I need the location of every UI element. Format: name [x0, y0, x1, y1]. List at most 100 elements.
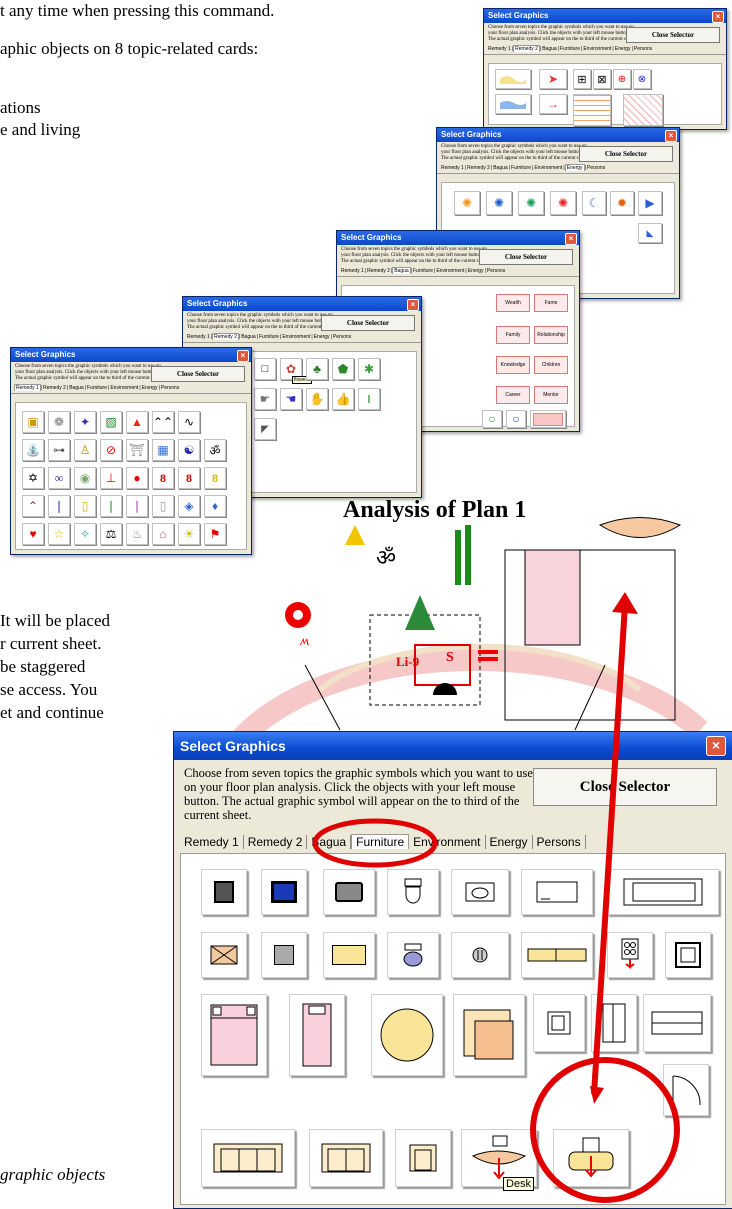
- tab-furniture[interactable]: Furniture: [351, 834, 410, 849]
- pink-rect-icon[interactable]: [530, 410, 566, 428]
- zigzag-icon[interactable]: ⌃⌃: [152, 411, 174, 433]
- grid-pattern-icon[interactable]: [573, 94, 611, 126]
- target-icon[interactable]: ⊗: [633, 69, 651, 89]
- loveseat-icon[interactable]: [309, 1129, 383, 1187]
- bagua-family[interactable]: Family: [496, 326, 530, 344]
- bagua-children[interactable]: Children: [534, 356, 568, 374]
- sofa-icon[interactable]: [201, 1129, 295, 1187]
- bagua-relationship[interactable]: Relationship: [534, 326, 568, 344]
- plant-icon[interactable]: ♣: [306, 358, 328, 380]
- tab-persons[interactable]: Persons: [532, 835, 586, 849]
- counter-yellow-icon[interactable]: [521, 932, 593, 978]
- close-selector-button[interactable]: Close Selector: [533, 768, 717, 806]
- close-icon[interactable]: ×: [706, 736, 726, 756]
- tab-environment[interactable]: Environment: [582, 46, 612, 52]
- tab-furniture[interactable]: Furniture: [86, 385, 108, 391]
- stove-icon[interactable]: [451, 932, 509, 978]
- no-sign-icon[interactable]: ⊘: [100, 439, 122, 461]
- tab-remedy1[interactable]: Remedy 1: [180, 835, 244, 849]
- tv-icon[interactable]: [323, 869, 375, 915]
- tab-bagua[interactable]: Bagua: [492, 165, 508, 171]
- compass-icon[interactable]: ✧: [74, 523, 96, 545]
- yinyang-icon[interactable]: ☯: [178, 439, 200, 461]
- tab-furniture[interactable]: Furniture: [559, 46, 581, 52]
- roof-icon[interactable]: ⌃: [22, 495, 44, 517]
- tab-remedy2[interactable]: Remedy 2: [366, 268, 391, 274]
- infinity-icon[interactable]: ∞: [48, 467, 70, 489]
- computer-icon[interactable]: [261, 869, 307, 915]
- armchair-icon[interactable]: [453, 994, 525, 1076]
- tab-furniture[interactable]: Furniture: [412, 268, 434, 274]
- bar-purple-icon[interactable]: ❘: [126, 495, 148, 517]
- crystal-icon[interactable]: ◈: [178, 495, 200, 517]
- fountain-icon[interactable]: ⛲: [22, 439, 44, 461]
- eight-red-icon[interactable]: 8: [152, 467, 174, 489]
- bagua-wealth[interactable]: Wealth: [496, 294, 530, 312]
- bar-gray-icon[interactable]: ▯: [152, 495, 174, 517]
- thumb-icon[interactable]: 👍: [332, 388, 354, 410]
- dragon-orange-icon[interactable]: ✺: [454, 191, 480, 215]
- windchime-icon[interactable]: ❁: [48, 411, 70, 433]
- bar-blue-icon[interactable]: ❘: [48, 495, 70, 517]
- close-selector-button[interactable]: Close Selector: [579, 146, 673, 162]
- door-frame-icon[interactable]: [591, 994, 637, 1052]
- tab-remedy2[interactable]: Remedy 2: [513, 45, 540, 52]
- tab-persons[interactable]: Persons: [633, 46, 653, 52]
- om-small-icon[interactable]: ॐ: [204, 439, 226, 461]
- tab-bagua[interactable]: Bagua: [68, 385, 84, 391]
- tab-persons[interactable]: Persons: [486, 268, 506, 274]
- close-icon[interactable]: ×: [237, 350, 249, 362]
- tab-environment[interactable]: Environment: [109, 385, 139, 391]
- red-arrow-icon[interactable]: →: [539, 94, 567, 114]
- cabinet-icon[interactable]: [533, 994, 585, 1052]
- tab-energy[interactable]: Energy: [467, 268, 485, 274]
- single-bed-icon[interactable]: [289, 994, 345, 1076]
- tab-furniture[interactable]: Furniture: [510, 165, 532, 171]
- box-x-icon[interactable]: ⊠: [593, 69, 611, 89]
- tab-environment[interactable]: Environment: [281, 334, 311, 340]
- tab-remedy1[interactable]: Remedy 1: [14, 384, 41, 391]
- tab-remedy1[interactable]: Remedy 1: [487, 46, 512, 52]
- tab-bagua[interactable]: Bagua: [541, 46, 557, 52]
- tab-energy[interactable]: Energy: [141, 385, 159, 391]
- tab-remedy2[interactable]: Remedy 2: [212, 333, 239, 340]
- pin-icon[interactable]: ⊥: [100, 467, 122, 489]
- tab-persons[interactable]: Persons: [160, 385, 180, 391]
- washer-icon[interactable]: [387, 932, 439, 978]
- tab-persons[interactable]: Persons: [332, 334, 352, 340]
- eight-yellow-icon[interactable]: 8: [204, 467, 226, 489]
- heart-icon[interactable]: ♥: [22, 523, 44, 545]
- tab-persons[interactable]: Persons: [586, 165, 606, 171]
- tab-environment[interactable]: Environment: [409, 835, 486, 849]
- tree-structure-icon[interactable]: ⊶: [48, 439, 70, 461]
- leaf-icon[interactable]: ✱: [358, 358, 380, 380]
- picture-icon[interactable]: ▦: [152, 439, 174, 461]
- tab-energy[interactable]: Energy: [485, 835, 533, 849]
- hand-open-icon[interactable]: ✋: [306, 388, 328, 410]
- close-icon[interactable]: ×: [665, 130, 677, 142]
- close-icon[interactable]: ×: [565, 233, 577, 245]
- play-icon[interactable]: ▶: [638, 191, 662, 215]
- dragon-red-icon[interactable]: ✺: [550, 191, 576, 215]
- frame-icon[interactable]: [665, 932, 711, 978]
- bagua-mentor[interactable]: Mentor: [534, 386, 568, 404]
- cooktop-icon[interactable]: [607, 932, 653, 978]
- door-swing-icon[interactable]: [663, 1064, 709, 1116]
- bagua-knowledge[interactable]: Knowledge: [496, 356, 530, 374]
- desk-icon[interactable]: [553, 1129, 629, 1187]
- hand-blue-icon[interactable]: ☚: [280, 388, 302, 410]
- dragon-green-icon[interactable]: ✺: [518, 191, 544, 215]
- round-table-icon[interactable]: [371, 994, 443, 1076]
- coin-icon[interactable]: ▣: [22, 411, 44, 433]
- blue-circle-icon[interactable]: ○: [506, 410, 526, 428]
- close-selector-button[interactable]: Close Selector: [479, 249, 573, 265]
- bathtub-icon[interactable]: [607, 869, 719, 915]
- buddha-icon[interactable]: ♙: [74, 439, 96, 461]
- arrow-icon[interactable]: ➤: [539, 69, 567, 89]
- phone-icon[interactable]: [201, 869, 247, 915]
- square-outline-icon[interactable]: □: [254, 358, 276, 380]
- crystal-drop-icon[interactable]: ♦: [204, 495, 226, 517]
- star-of-david-icon[interactable]: ✡: [22, 467, 44, 489]
- pagoda-icon[interactable]: ⛩: [126, 439, 148, 461]
- eight-dark-icon[interactable]: 8: [178, 467, 200, 489]
